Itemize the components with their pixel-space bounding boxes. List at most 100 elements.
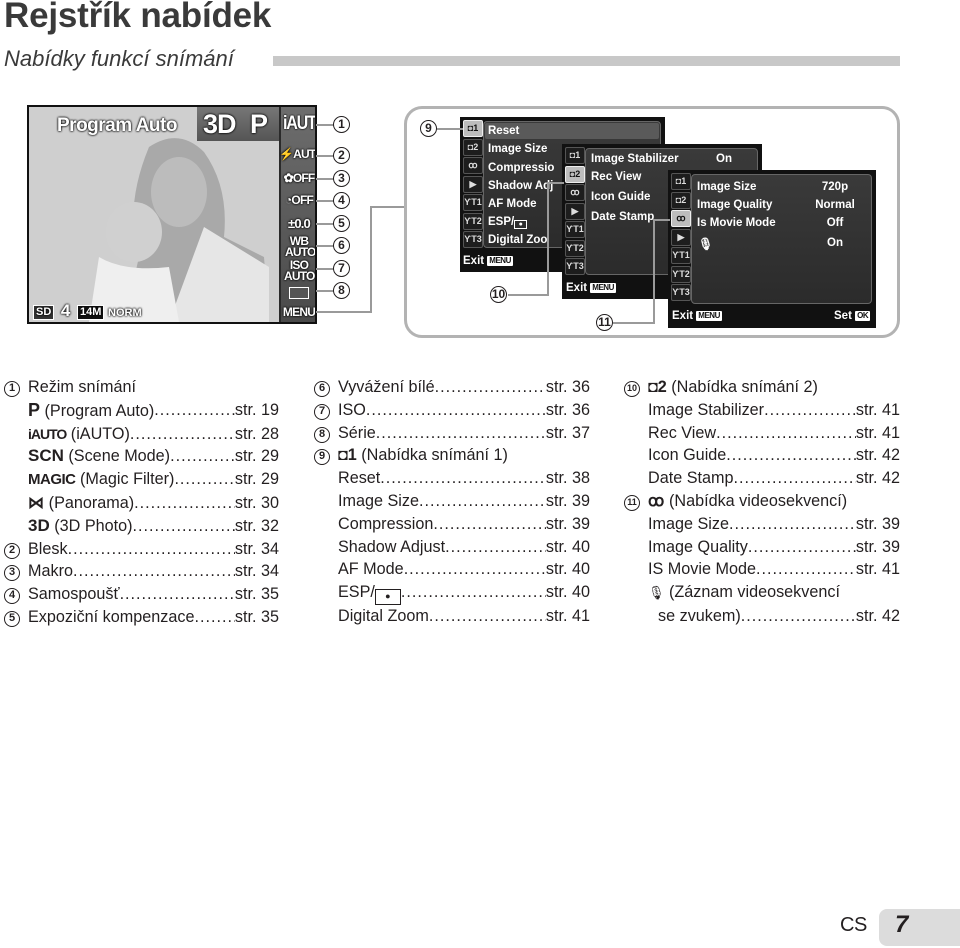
tab-setup-2[interactable]: ƳT2 [463, 212, 483, 230]
index-entry[interactable]: 3D (3D Photo)str. 32 [4, 515, 279, 538]
scene-mode-icon: SCN [28, 446, 64, 466]
tab-shooting-1[interactable]: ◘1 [565, 147, 585, 164]
tab-shooting-1[interactable]: ◘1 [463, 120, 483, 137]
menu-item-date-stamp[interactable]: Date Stamp [591, 211, 654, 223]
index-entry[interactable]: Rec Viewstr. 41 [624, 422, 900, 445]
index-entry[interactable]: Digital Zoomstr. 41 [314, 605, 590, 628]
index-entry[interactable]: iAUTO (iAUTO)str. 28 [4, 423, 279, 446]
tab-setup-3[interactable]: ƳT3 [565, 258, 585, 275]
index-entry[interactable]: se zvukem)str. 42 [624, 605, 900, 628]
menu-tabs: ◘1 ◘2 ꝏ ▶ ƳT1 ƳT2 ƳT3 [565, 147, 587, 277]
index-entry[interactable]: Image Sizestr. 39 [624, 513, 900, 536]
tab-movie[interactable]: ꝏ [671, 210, 691, 227]
set-label: Set [834, 310, 852, 322]
tab-setup-3[interactable]: ƳT3 [463, 231, 483, 248]
index-entry[interactable]: Image Stabilizerstr. 41 [624, 399, 900, 422]
tab-setup-2[interactable]: ƳT2 [565, 239, 585, 257]
menu-item-image-quality[interactable]: Image Quality [697, 199, 772, 211]
iso-icon[interactable]: ISO AUTO [279, 259, 315, 282]
index-column-2: 6Vyvážení bíléstr. 36 7ISOstr. 36 8Série… [314, 376, 590, 628]
menu-item-af-mode[interactable]: AF Mode [488, 198, 537, 210]
index-entry[interactable]: 4Samospoušťstr. 35 [4, 583, 279, 606]
status-row: SD 4 14M NORM [33, 301, 142, 321]
exit-label: Exit [672, 310, 694, 322]
index-entry[interactable]: 3Makrostr. 34 [4, 560, 279, 583]
tab-shooting-2[interactable]: ◘2 [565, 165, 585, 183]
menu-button[interactable]: MENU [279, 306, 315, 318]
shooting-menu-2-icon: ◘2 [648, 378, 667, 396]
white-balance-icon[interactable]: WB AUTO [279, 235, 315, 258]
tab-playback[interactable]: ▶ [565, 202, 585, 220]
flash-auto-icon[interactable]: ⚡AUTO [279, 148, 315, 160]
tab-setup-3[interactable]: ƳT3 [671, 284, 691, 301]
tab-playback[interactable]: ▶ [463, 175, 483, 193]
page-number-tab [879, 909, 960, 946]
exit-hint[interactable]: Exit MENU [566, 282, 616, 294]
callout-line-10-h [548, 182, 564, 184]
menu-item-compression[interactable]: Compressio [488, 162, 554, 174]
index-entry[interactable]: AF Modestr. 40 [314, 558, 590, 581]
macro-off-icon[interactable]: ✿OFF [279, 172, 315, 184]
index-entry[interactable]: IS Movie Modestr. 41 [624, 558, 900, 581]
tab-setup-2[interactable]: ƳT2 [671, 265, 691, 283]
index-entry[interactable]: ⋈ (Panorama)str. 30 [4, 492, 279, 515]
callout-line-11-v [653, 219, 655, 323]
index-entry[interactable]: Icon Guidestr. 42 [624, 444, 900, 467]
tab-movie[interactable]: ꝏ [463, 157, 483, 174]
menu-item-shadow-adjust[interactable]: Shadow Adj [488, 180, 553, 192]
index-entry[interactable]: 5Expoziční kompenzacestr. 35 [4, 606, 279, 629]
tab-shooting-2[interactable]: ◘2 [463, 138, 483, 156]
menu-item-rec-view[interactable]: Rec View [591, 171, 641, 183]
tab-movie[interactable]: ꝏ [565, 184, 585, 201]
index-entry[interactable]: Resetstr. 38 [314, 467, 590, 490]
tab-playback[interactable]: ▶ [671, 228, 691, 246]
menu-item-sound-icon[interactable]: 🎙 [698, 237, 713, 251]
exit-hint[interactable]: Exit MENU [463, 255, 513, 267]
index-entry[interactable]: Shadow Adjuststr. 40 [314, 536, 590, 559]
magic-filter-icon: MAGIC [28, 471, 76, 489]
index-entry[interactable]: Image Qualitystr. 39 [624, 536, 900, 559]
index-entry[interactable]: 8Sériestr. 37 [314, 422, 590, 445]
menu-item-reset[interactable]: Reset [488, 125, 519, 137]
tab-shooting-1[interactable]: ◘1 [671, 173, 691, 190]
index-entry[interactable]: ESP/●str. 40 [314, 581, 590, 606]
index-entry[interactable]: Image Sizestr. 39 [314, 490, 590, 513]
exit-label: Exit [463, 255, 485, 267]
menu-item-image-size[interactable]: Image Size [488, 143, 547, 155]
callout-line-11-h [654, 219, 670, 221]
index-entry[interactable]: Date Stampstr. 42 [624, 467, 900, 490]
spot-metering-icon: ● [514, 220, 528, 229]
index-entry[interactable]: 6Vyvážení bíléstr. 36 [314, 376, 590, 399]
menu-item-image-stabilizer[interactable]: Image Stabilizer [591, 153, 679, 165]
index-entry[interactable]: P (Program Auto)str. 19 [4, 399, 279, 423]
exit-label: Exit [566, 282, 588, 294]
tab-setup-1[interactable]: ƳT1 [565, 221, 585, 238]
index-entry[interactable]: 2Bleskstr. 34 [4, 538, 279, 561]
index-entry[interactable]: SCN (Scene Mode)str. 29 [4, 445, 279, 468]
index-entry[interactable]: MAGIC (Magic Filter)str. 29 [4, 468, 279, 492]
callout-line-10-h2 [508, 294, 549, 296]
tab-shooting-2[interactable]: ◘2 [671, 191, 691, 209]
image-size-badge: 14M [77, 305, 105, 321]
mode-3d-icon[interactable]: 3D [203, 109, 237, 140]
tab-setup-1[interactable]: ƳT1 [671, 247, 691, 264]
tab-setup-1[interactable]: ƳT1 [463, 194, 483, 211]
index-entry[interactable]: Compressionstr. 39 [314, 513, 590, 536]
drive-mode-icon[interactable] [289, 287, 309, 299]
mode-program-icon[interactable]: P [250, 109, 268, 140]
set-hint[interactable]: Set OK [834, 310, 871, 322]
index-entry[interactable]: 7ISOstr. 36 [314, 399, 590, 422]
menu-item-image-size[interactable]: Image Size [697, 181, 756, 193]
callout-line-10-v [547, 182, 549, 295]
menu-item-esp[interactable]: ESP/● [488, 216, 528, 229]
menu-item-is-movie-mode[interactable]: Is Movie Mode [697, 217, 776, 229]
menu-item-icon-guide[interactable]: Icon Guide [591, 191, 650, 203]
self-timer-off-icon[interactable]: ◔OFF [279, 194, 315, 206]
menu-list: Image Size 720p Image Quality Normal Is … [691, 174, 872, 304]
callout-line-1 [316, 124, 334, 126]
exit-hint[interactable]: Exit MENU [672, 310, 722, 322]
exposure-compensation-value[interactable]: ±0.0 [279, 217, 315, 230]
menu-item-digital-zoom[interactable]: Digital Zoo [488, 234, 547, 246]
mode-iauto-icon[interactable]: iAUTO [283, 113, 315, 135]
movie-menu-screen: ◘1 ◘2 ꝏ ▶ ƳT1 ƳT2 ƳT3 Image Size 720p Im… [668, 170, 876, 328]
